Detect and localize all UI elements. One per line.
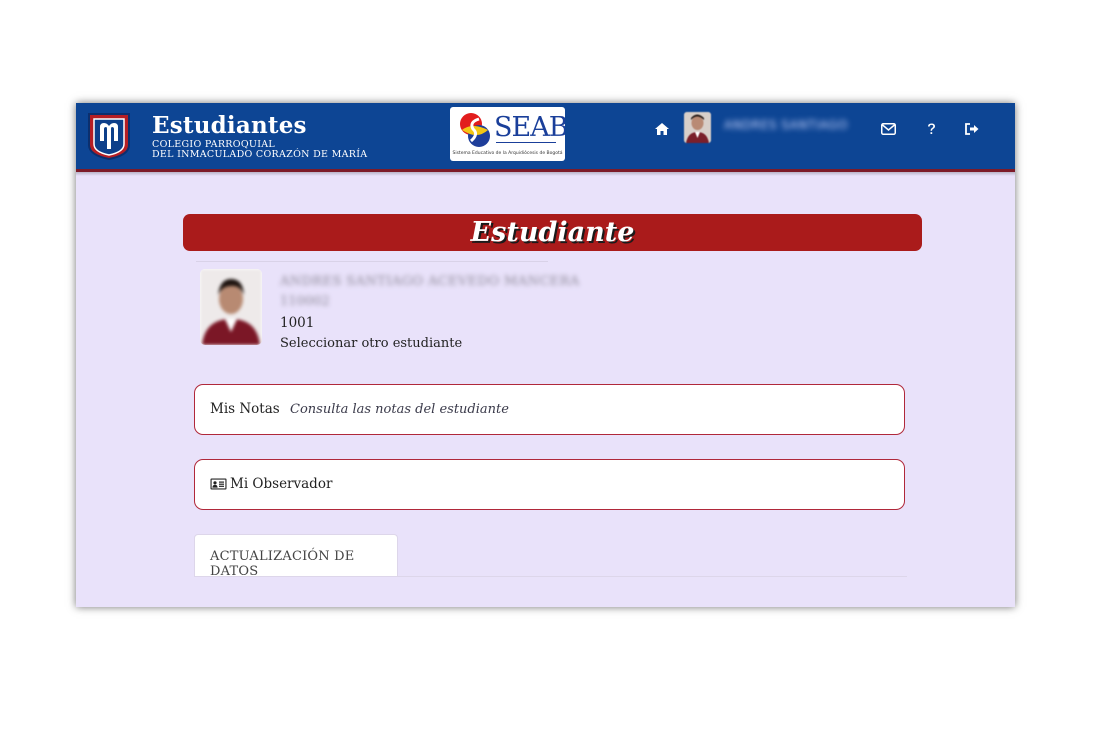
seab-emblem-icon [460,113,490,147]
student-name: ANDRES SANTIAGO ACEVEDO MANCERA [280,274,580,289]
envelope-icon[interactable] [878,119,898,139]
sign-out-icon[interactable] [962,119,982,139]
mis-notas-label: Mis Notas [210,401,280,417]
mi-observador-card[interactable]: Mi Observador [194,459,905,510]
school-name-line2: DEL INMACULADO CORAZÓN DE MARÍA [152,149,368,160]
select-other-student-link[interactable]: Seleccionar otro estudiante [280,336,462,351]
mi-observador-label: Mi Observador [230,476,333,492]
section-title: Estudiante [470,217,635,248]
home-icon[interactable] [652,119,672,139]
username[interactable]: ANDRES SANTIAGO [724,118,848,132]
top-navbar: Estudiantes COLEGIO PARROQUIAL DEL INMAC… [76,103,1015,172]
tab-actualizacion-de-datos[interactable]: ACTUALIZACIÓN DE DATOS [194,534,398,579]
student-group: 1001 [280,315,315,331]
question-icon[interactable] [921,119,941,139]
seab-logo-text: SEAB [494,112,565,143]
school-crest-icon [88,113,130,161]
id-card-icon [210,478,227,490]
mis-notas-card[interactable]: Mis Notas Consulta las notas del estudia… [194,384,905,435]
mi-observador-row: Mi Observador [210,476,332,492]
seab-logo-caption: Sistema Educativo de la Arquidiócesis de… [452,151,563,156]
seab-logo: SEAB Sistema Educativo de la Arquidióces… [450,107,565,161]
section-header: Estudiante [183,214,922,251]
student-code: 110002 [280,294,330,309]
user-avatar[interactable] [684,112,711,143]
app-window: Estudiantes COLEGIO PARROQUIAL DEL INMAC… [76,103,1015,607]
app-title: Estudiantes [152,112,307,139]
mis-notas-description: Consulta las notas del estudiante [290,402,509,417]
tab-divider [194,576,907,577]
student-photo [200,269,262,345]
navbar-shadow [76,172,1015,176]
tab-label: ACTUALIZACIÓN DE DATOS [210,549,355,579]
divider [196,261,548,262]
